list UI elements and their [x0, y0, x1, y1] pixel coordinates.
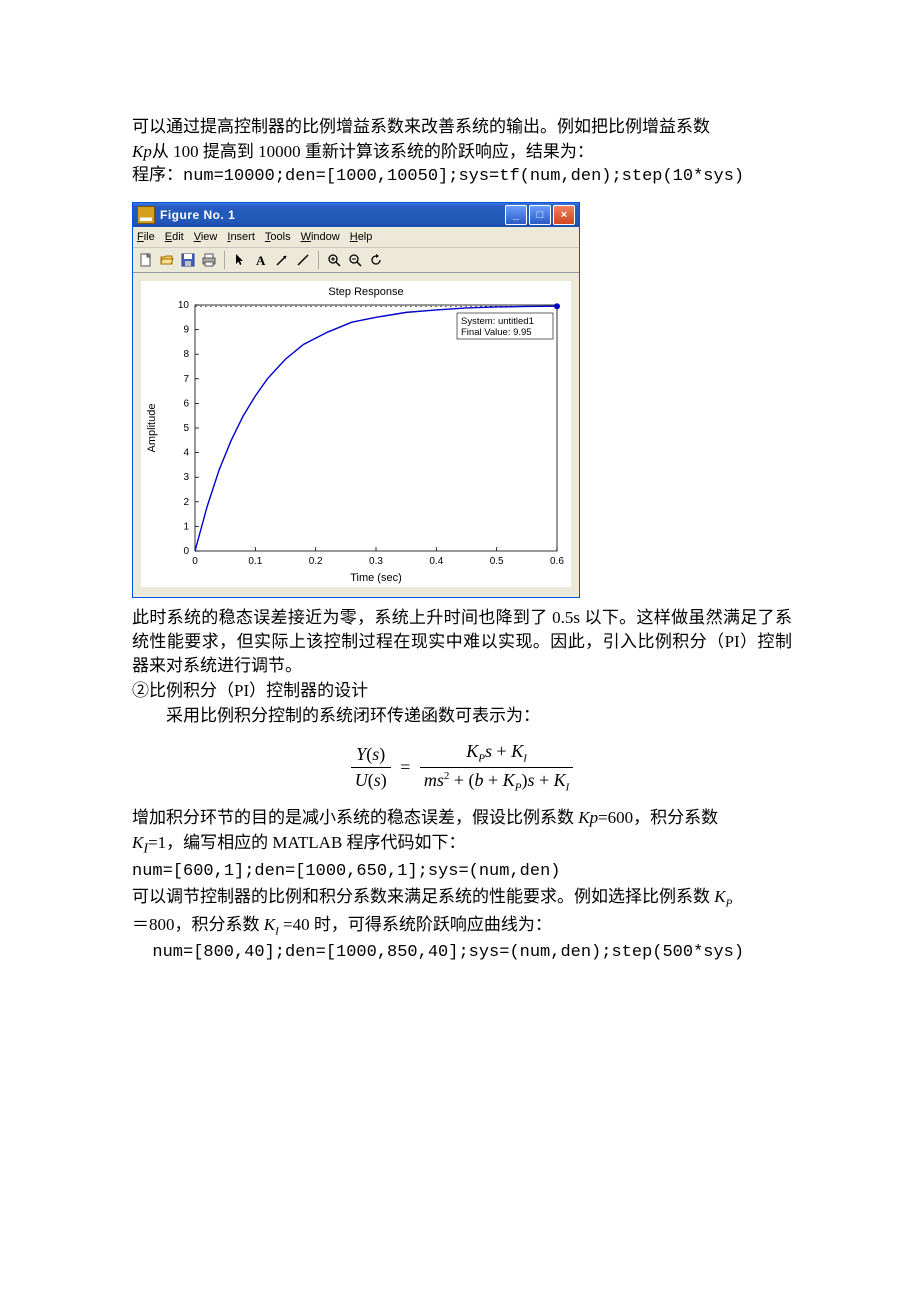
menu-edit[interactable]: Edit [165, 230, 184, 245]
svg-text:System: untitled1: System: untitled1 [461, 316, 534, 327]
svg-text:Final Value: 9.95: Final Value: 9.95 [461, 327, 532, 338]
window-title-bar[interactable]: Figure No. 1 _ □ × [133, 203, 579, 227]
code-line-2: num=[600,1];den=[1000,650,1];sys=(num,de… [132, 860, 792, 884]
paragraph-10: 可以调节控制器的比例和积分系数来满足系统的性能要求。例如选择比例系数 KP [132, 885, 792, 912]
pointer-icon[interactable] [231, 251, 249, 269]
svg-text:3: 3 [183, 473, 189, 484]
paragraph-2: Kp从 100 提高到 10000 重新计算该系统的阶跃响应，结果为： [132, 140, 792, 164]
step-response-chart: Step Response 0 0.1 0.2 0.3 0.4 0.5 0.6 0 1 2 3 4 5 6 7… [141, 281, 571, 587]
menu-window[interactable]: Window [301, 230, 340, 245]
svg-text:0: 0 [192, 556, 198, 567]
rotate-icon[interactable] [367, 251, 385, 269]
text-icon[interactable]: A [252, 251, 270, 269]
menu-file[interactable]: File [137, 230, 155, 245]
paragraph-6: 采用比例积分控制的系统闭环传递函数可表示为： [132, 704, 792, 728]
var-kp: Kp [132, 142, 152, 161]
paragraph-1: 可以通过提高控制器的比例增益系数来改善系统的输出。例如把比例增益系数 [132, 115, 792, 139]
paragraph-7: 增加积分环节的目的是减小系统的稳态误差，假设比例系数 Kp=600，积分系数 [132, 806, 792, 830]
plot-canvas[interactable]: Step Response 0 0.1 0.2 0.3 0.4 0.5 0.6 0 1 2 3 4 5 6 7… [141, 281, 571, 587]
transfer-function-formula: Y(s) U(s) = KPs + KI ms2 + (b + KP)s + K… [132, 739, 792, 796]
svg-text:4: 4 [183, 448, 189, 459]
matlab-figure-window: Figure No. 1 _ □ × File Edit View Insert… [132, 202, 580, 598]
menu-insert[interactable]: Insert [227, 230, 255, 245]
new-icon[interactable] [137, 251, 155, 269]
close-button[interactable]: × [553, 205, 575, 225]
svg-text:9: 9 [183, 325, 189, 336]
paragraph-4: 此时系统的稳态误差接近为零，系统上升时间也降到了 0.5s 以下。这样做虽然满足… [132, 606, 792, 677]
svg-text:10: 10 [178, 300, 190, 311]
tool-bar: A [133, 248, 579, 273]
svg-text:2: 2 [183, 497, 189, 508]
svg-text:Amplitude: Amplitude [146, 404, 158, 453]
svg-text:A: A [256, 253, 266, 267]
svg-text:0.1: 0.1 [248, 556, 262, 567]
menu-bar: File Edit View Insert Tools Window Help [133, 227, 579, 248]
svg-text:7: 7 [183, 374, 189, 385]
code-line-1: 程序：num=10000;den=[1000,10050];sys=tf(num… [132, 165, 792, 189]
line-icon[interactable] [294, 251, 312, 269]
svg-text:0.2: 0.2 [309, 556, 323, 567]
svg-text:0.4: 0.4 [429, 556, 443, 567]
svg-text:1: 1 [183, 522, 189, 533]
minimize-button[interactable]: _ [505, 205, 527, 225]
svg-text:6: 6 [183, 399, 189, 410]
maximize-button[interactable]: □ [529, 205, 551, 225]
svg-text:0.3: 0.3 [369, 556, 383, 567]
window-title: Figure No. 1 [160, 207, 505, 224]
svg-text:0.5: 0.5 [490, 556, 504, 567]
svg-text:0: 0 [183, 546, 189, 557]
paragraph-8: KI=1，编写相应的 MATLAB 程序代码如下： [132, 831, 792, 859]
svg-text:Step Response: Step Response [328, 286, 403, 298]
arrow-icon[interactable] [273, 251, 291, 269]
menu-tools[interactable]: Tools [265, 230, 291, 245]
paragraph-11: ＝800，积分系数 KI =40 时，可得系统阶跃响应曲线为： [132, 913, 792, 940]
menu-view[interactable]: View [194, 230, 218, 245]
svg-text:5: 5 [183, 423, 189, 434]
svg-text:8: 8 [183, 350, 189, 361]
menu-help[interactable]: Help [350, 230, 373, 245]
print-icon[interactable] [200, 251, 218, 269]
open-icon[interactable] [158, 251, 176, 269]
plot-area: Step Response 0 0.1 0.2 0.3 0.4 0.5 0.6 0 1 2 3 4 5 6 7… [133, 273, 579, 597]
zoom-out-icon[interactable] [346, 251, 364, 269]
svg-text:Time (sec): Time (sec) [350, 572, 402, 584]
paragraph-5: ②比例积分（PI）控制器的设计 [132, 679, 792, 703]
zoom-in-icon[interactable] [325, 251, 343, 269]
save-icon[interactable] [179, 251, 197, 269]
matlab-icon [137, 206, 155, 224]
svg-text:0.6: 0.6 [550, 556, 564, 567]
code-line-3: num=[800,40];den=[1000,850,40];sys=(num,… [132, 941, 792, 965]
